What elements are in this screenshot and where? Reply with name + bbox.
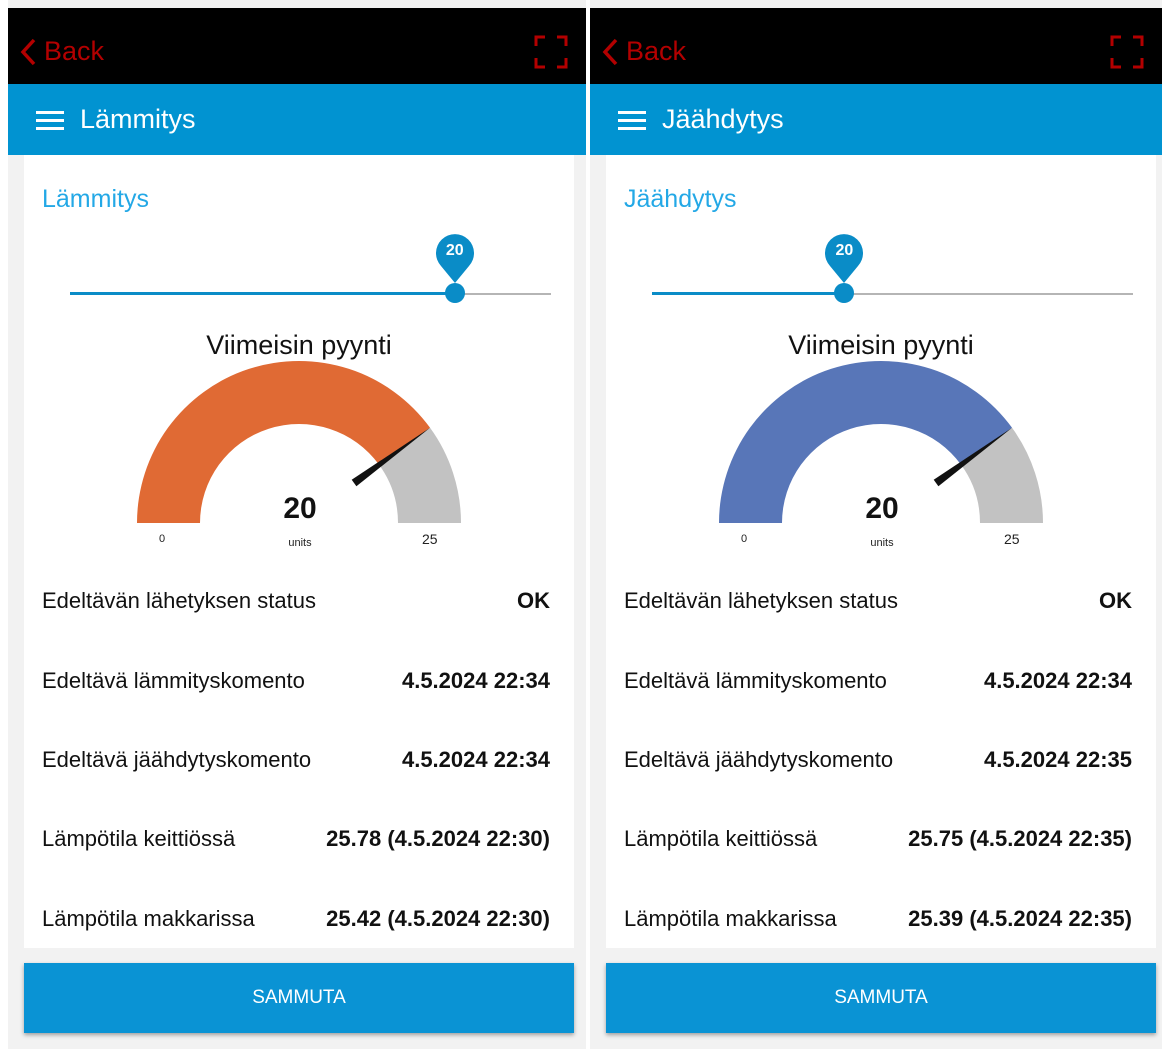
info-label: Lämpötila makkarissa	[624, 906, 837, 931]
turn-off-button[interactable]: SAMMUTA	[24, 963, 574, 1033]
info-label: Lämpötila makkarissa	[42, 906, 255, 931]
fullscreen-icon[interactable]	[534, 35, 568, 69]
gauge-units: units	[288, 537, 312, 549]
info-value: 4.5.2024 22:35	[983, 747, 1132, 772]
slider-value-label: 20	[835, 242, 854, 259]
page-title: Lämmitys	[80, 104, 196, 134]
info-label: Edeltävän lähetyksen status	[624, 588, 898, 613]
gauge-value: 20	[865, 492, 899, 525]
slider-fill	[70, 292, 455, 295]
setpoint-slider[interactable]: 20	[652, 234, 1133, 325]
info-row-kitchen-temp: Lämpötila keittiössä 25.78 (4.5.2024 22:…	[42, 821, 550, 857]
info-value: 25.42 (4.5.2024 22:30)	[326, 906, 550, 931]
app-bar: Lämmitys	[8, 84, 586, 155]
info-label: Edeltävän lähetyksen status	[42, 588, 316, 613]
setpoint-slider[interactable]: 20	[70, 234, 551, 325]
top-bar: Back	[590, 8, 1162, 84]
info-label: Edeltävä lämmityskomento	[624, 668, 887, 693]
slider-value-pin: 20	[434, 233, 476, 285]
hamburger-menu-icon[interactable]	[36, 109, 64, 131]
info-row-bedroom-temp: Lämpötila makkarissa 25.39 (4.5.2024 22:…	[624, 901, 1132, 937]
chevron-left-icon	[602, 38, 618, 65]
slider-knob[interactable]	[834, 283, 855, 303]
top-bar: Back	[8, 8, 586, 84]
info-row-status: Edeltävän lähetyksen status OK	[42, 583, 550, 619]
info-row-heating-command: Edeltävä lämmityskomento 4.5.2024 22:34	[42, 663, 550, 699]
info-row-kitchen-temp: Lämpötila keittiössä 25.75 (4.5.2024 22:…	[624, 821, 1132, 857]
info-value: OK	[517, 588, 550, 613]
turn-off-button[interactable]: SAMMUTA	[606, 963, 1156, 1033]
info-row-bedroom-temp: Lämpötila makkarissa 25.42 (4.5.2024 22:…	[42, 901, 550, 937]
info-value: 4.5.2024 22:34	[401, 668, 550, 693]
page-title: Jäähdytys	[662, 104, 784, 134]
info-row-status: Edeltävän lähetyksen status OK	[624, 583, 1132, 619]
info-value: 4.5.2024 22:34	[983, 668, 1132, 693]
info-label: Lämpötila keittiössä	[42, 826, 236, 851]
back-button[interactable]: Back	[20, 36, 104, 67]
cooling-card: Jäähdytys 20 Viimeisin pyynti 20 units 0…	[606, 155, 1156, 948]
gauge-max-label: 25	[422, 531, 438, 547]
section-title: Lämmitys	[42, 185, 149, 213]
info-value: OK	[1099, 588, 1132, 613]
hamburger-menu-icon[interactable]	[618, 109, 646, 131]
back-label: Back	[44, 36, 105, 66]
app-bar: Jäähdytys	[590, 84, 1162, 155]
info-label: Edeltävä lämmityskomento	[42, 668, 305, 693]
gauge-min-label: 0	[159, 533, 166, 545]
slider-knob[interactable]	[444, 283, 465, 303]
info-label: Edeltävä jäähdytyskomento	[624, 747, 894, 772]
fullscreen-icon[interactable]	[1110, 35, 1144, 69]
info-label: Lämpötila keittiössä	[624, 826, 818, 851]
cooling-panel: Back Jäähdytys Jäähdytys 20 Viimeisin py…	[590, 0, 1162, 1049]
chevron-left-icon	[20, 38, 36, 65]
info-row-heating-command: Edeltävä lämmityskomento 4.5.2024 22:34	[624, 663, 1132, 699]
info-value: 4.5.2024 22:34	[401, 747, 550, 772]
info-row-cooling-command: Edeltävä jäähdytyskomento 4.5.2024 22:34	[42, 742, 550, 778]
info-value: 25.78 (4.5.2024 22:30)	[326, 826, 550, 851]
gauge-value: 20	[283, 492, 317, 525]
gauge-min-label: 0	[741, 533, 748, 545]
section-title: Jäähdytys	[624, 185, 737, 213]
info-value: 25.39 (4.5.2024 22:35)	[908, 906, 1132, 931]
slider-fill	[652, 292, 845, 295]
heating-panel: Back Lämmitys Lämmitys 20 Viimeisin pyyn…	[8, 0, 586, 1049]
gauge-max-label: 25	[1004, 531, 1020, 547]
back-button[interactable]: Back	[602, 36, 686, 67]
slider-value-pin: 20	[823, 233, 865, 285]
info-label: Edeltävä jäähdytyskomento	[42, 747, 312, 772]
info-value: 25.75 (4.5.2024 22:35)	[908, 826, 1132, 851]
slider-value-label: 20	[445, 242, 464, 259]
gauge-units: units	[870, 537, 894, 549]
info-row-cooling-command: Edeltävä jäähdytyskomento 4.5.2024 22:35	[624, 742, 1132, 778]
heating-card: Lämmitys 20 Viimeisin pyynti 20 units 0 …	[24, 155, 574, 948]
back-label: Back	[626, 36, 687, 66]
